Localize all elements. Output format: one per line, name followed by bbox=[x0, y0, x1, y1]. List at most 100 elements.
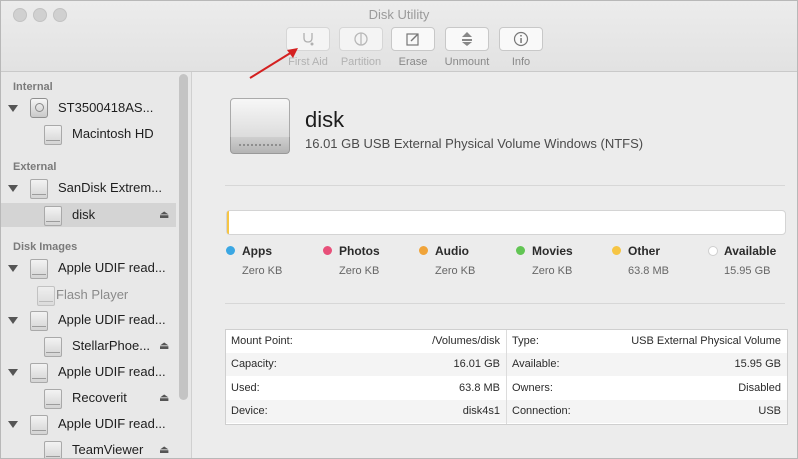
info-value: USB bbox=[758, 405, 781, 417]
disk-image-icon bbox=[30, 259, 48, 279]
eject-icon[interactable]: ⏏ bbox=[159, 339, 169, 352]
eject-icon[interactable]: ⏏ bbox=[159, 208, 169, 221]
internal-drive-icon bbox=[30, 98, 48, 118]
legend-other-dot bbox=[612, 246, 621, 255]
sidebar-item-macintosh-hd[interactable]: Macintosh HD bbox=[1, 122, 176, 146]
partition-label: Partition bbox=[340, 56, 382, 68]
sidebar-item-apple-udif-1[interactable]: Apple UDIF read... bbox=[1, 256, 176, 280]
sidebar-item-label: StellarPhoe... bbox=[72, 338, 151, 353]
sidebar-item-apple-udif-3[interactable]: Apple UDIF read... bbox=[1, 360, 176, 384]
legend-other-value: 63.8 MB bbox=[628, 265, 669, 277]
legend-audio-label: Audio bbox=[435, 244, 469, 258]
info-row-owners: Owners: Disabled bbox=[507, 377, 787, 400]
sidebar-item-label: disk bbox=[72, 207, 96, 222]
erase-button-frame[interactable] bbox=[391, 27, 435, 51]
disclosure-triangle-icon[interactable] bbox=[8, 369, 18, 376]
sidebar-item-label: Recoverit bbox=[72, 390, 127, 405]
info-row-type: Type: USB External Physical Volume bbox=[507, 330, 787, 353]
info-key: Available: bbox=[512, 358, 560, 370]
info-key: Capacity: bbox=[231, 358, 277, 370]
info-value: USB External Physical Volume bbox=[631, 335, 781, 347]
toolbar: Disk Utility First Aid Partition Erase U… bbox=[1, 1, 797, 72]
first-aid-button-frame[interactable] bbox=[286, 27, 330, 51]
sidebar-scrollbar[interactable] bbox=[179, 74, 188, 400]
disk-utility-window: Disk Utility First Aid Partition Erase U… bbox=[0, 0, 798, 459]
sidebar-item-disk[interactable]: disk ⏏ bbox=[1, 203, 176, 227]
window-title: Disk Utility bbox=[368, 7, 430, 22]
first-aid-label: First Aid bbox=[288, 56, 328, 68]
unmount-button[interactable]: Unmount bbox=[445, 27, 489, 68]
disk-image-icon bbox=[30, 363, 48, 383]
stethoscope-icon bbox=[303, 33, 314, 46]
partition-pie-icon bbox=[354, 32, 368, 46]
sidebar-item-label: Apple UDIF read... bbox=[58, 312, 166, 327]
legend-available-value: 15.95 GB bbox=[724, 265, 771, 277]
sidebar-item-label: ST3500418AS... bbox=[58, 100, 154, 115]
legend-other-label: Other bbox=[628, 244, 661, 258]
legend-apps-label: Apps bbox=[242, 244, 272, 258]
legend-available-dot bbox=[708, 246, 718, 256]
disclosure-triangle-icon[interactable] bbox=[8, 105, 18, 112]
erase-label: Erase bbox=[398, 56, 428, 68]
eject-icon[interactable]: ⏏ bbox=[159, 443, 169, 456]
info-label: Info bbox=[511, 56, 531, 68]
info-button[interactable]: Info bbox=[499, 27, 543, 68]
sidebar-item-apple-udif-4[interactable]: Apple UDIF read... bbox=[1, 412, 176, 436]
disk-image-icon bbox=[30, 311, 48, 331]
info-row-connection: Connection: USB bbox=[507, 400, 787, 423]
info-column-left: Mount Point: /Volumes/disk Capacity: 16.… bbox=[226, 330, 506, 424]
sidebar-item-teamviewer[interactable]: TeamViewer ⏏ bbox=[1, 438, 176, 458]
sidebar-item-stellarphoenix[interactable]: StellarPhoe... ⏏ bbox=[1, 334, 176, 358]
info-value: 15.95 GB bbox=[734, 358, 781, 370]
disk-image-icon bbox=[30, 415, 48, 435]
disclosure-triangle-icon[interactable] bbox=[8, 317, 18, 324]
info-row-available: Available: 15.95 GB bbox=[507, 353, 787, 376]
disclosure-triangle-icon[interactable] bbox=[8, 421, 18, 428]
info-row-mount-point: Mount Point: /Volumes/disk bbox=[226, 330, 506, 353]
info-column-right: Type: USB External Physical Volume Avail… bbox=[507, 330, 787, 424]
volume-info-table: Mount Point: /Volumes/disk Capacity: 16.… bbox=[225, 329, 788, 425]
legend-movies-value: Zero KB bbox=[532, 265, 573, 277]
volume-icon bbox=[44, 389, 62, 409]
sidebar-item-label: Flash Player bbox=[56, 287, 129, 302]
unmount-icon bbox=[462, 32, 472, 46]
eject-icon[interactable]: ⏏ bbox=[159, 391, 169, 404]
sidebar-item-st3500418as[interactable]: ST3500418AS... bbox=[1, 96, 176, 120]
sidebar-item-recoverit[interactable]: Recoverit ⏏ bbox=[1, 386, 176, 410]
info-value: 16.01 GB bbox=[453, 358, 500, 370]
legend-available-label: Available bbox=[724, 244, 777, 258]
first-aid-button[interactable]: First Aid bbox=[286, 27, 330, 68]
legend-apps-dot bbox=[226, 246, 235, 255]
sidebar-section-disk-images: Disk Images bbox=[13, 241, 78, 253]
sidebar-item-label: Apple UDIF read... bbox=[58, 364, 166, 379]
usage-bar-other-fill bbox=[227, 211, 230, 234]
info-key: Used: bbox=[231, 382, 260, 394]
disk-name: disk bbox=[305, 107, 345, 132]
external-disk-icon bbox=[230, 98, 290, 154]
sidebar: Internal ST3500418AS... Macintosh HD Ext… bbox=[1, 72, 192, 458]
legend-movies-dot bbox=[516, 246, 525, 255]
disclosure-triangle-icon[interactable] bbox=[8, 185, 18, 192]
volume-icon bbox=[37, 286, 55, 306]
info-button-frame[interactable] bbox=[499, 27, 543, 51]
info-value: disk4s1 bbox=[462, 405, 500, 417]
unmount-label: Unmount bbox=[444, 56, 490, 68]
usage-bar bbox=[226, 210, 786, 235]
sidebar-item-sandisk[interactable]: SanDisk Extrem... bbox=[1, 176, 176, 200]
partition-button[interactable]: Partition bbox=[339, 27, 383, 68]
volume-icon bbox=[44, 337, 62, 357]
unmount-button-frame[interactable] bbox=[445, 27, 489, 51]
info-key: Connection: bbox=[512, 405, 571, 417]
sidebar-item-flash-player[interactable]: Flash Player bbox=[1, 283, 176, 307]
erase-button[interactable]: Erase bbox=[391, 27, 435, 68]
info-key: Owners: bbox=[512, 382, 553, 394]
info-key: Mount Point: bbox=[231, 335, 293, 347]
disclosure-triangle-icon[interactable] bbox=[8, 265, 18, 272]
sidebar-item-label: TeamViewer bbox=[72, 442, 144, 457]
info-value: /Volumes/disk bbox=[432, 335, 500, 347]
info-row-capacity: Capacity: 16.01 GB bbox=[226, 353, 506, 376]
volume-icon bbox=[44, 125, 62, 145]
sidebar-item-apple-udif-2[interactable]: Apple UDIF read... bbox=[1, 308, 176, 332]
partition-button-frame[interactable] bbox=[339, 27, 383, 51]
external-drive-icon bbox=[30, 179, 48, 199]
